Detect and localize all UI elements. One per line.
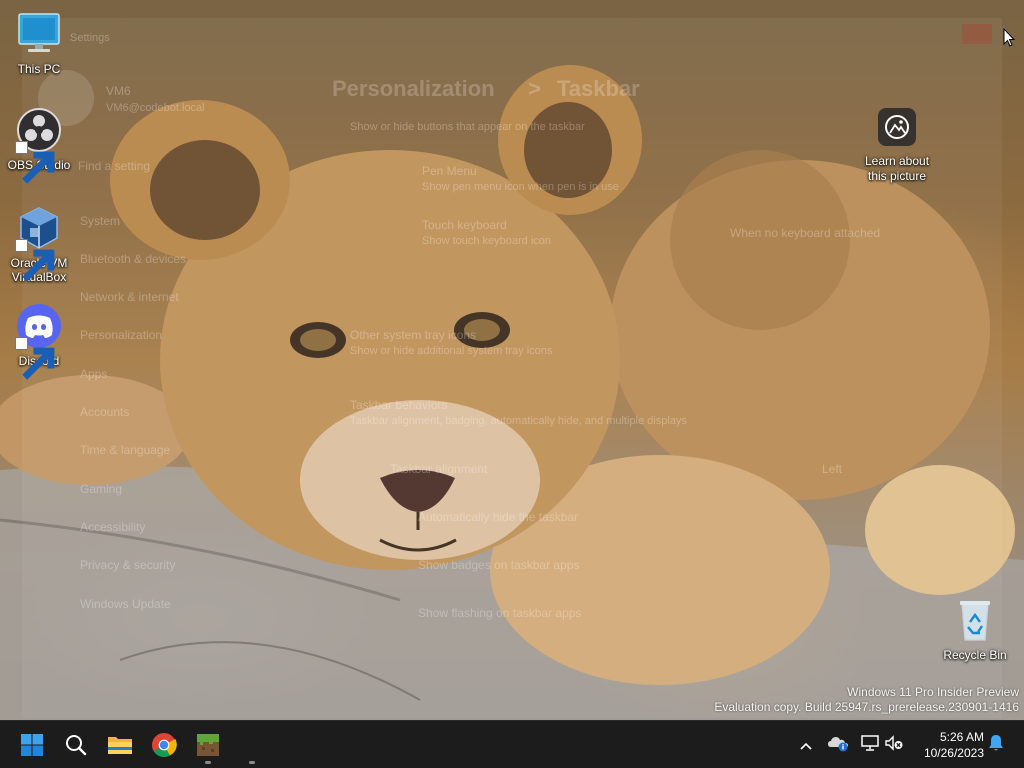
search-button[interactable] (56, 725, 96, 765)
show-badges-checkbox[interactable]: Show badges on taskbar apps (418, 558, 579, 572)
notifications-button[interactable] (984, 733, 1008, 757)
show-flashing-checkbox[interactable]: Show flashing on taskbar apps (418, 606, 581, 620)
search-icon (64, 733, 88, 757)
volume-muted-icon (884, 734, 904, 756)
virtualbox-icon (15, 204, 63, 282)
desktop-icon-label: This PC (17, 62, 61, 76)
settings-search-input[interactable]: Find a setting (78, 159, 150, 173)
windows-logo-icon (20, 733, 44, 757)
watermark-build: Evaluation copy. Build 25947.rs_prerelea… (714, 700, 1019, 714)
chrome-button[interactable] (144, 725, 184, 765)
shortcut-arrow-icon (15, 239, 55, 282)
nav-item-system[interactable]: System (80, 214, 120, 228)
desktop-icon-this-pc[interactable]: This PC (0, 10, 78, 76)
windows-watermark: Windows 11 Pro Insider Preview Evaluatio… (714, 685, 1019, 715)
pen-menu-desc: Show pen menu icon when pen is in use (422, 181, 619, 193)
file-explorer-button[interactable] (100, 725, 140, 765)
nav-item-time-language[interactable]: Time & language (80, 443, 170, 457)
volume-tray-button[interactable] (882, 733, 906, 757)
watermark-edition: Windows 11 Pro Insider Preview (847, 685, 1019, 699)
close-button[interactable] (962, 24, 992, 44)
nav-item-accessibility[interactable]: Accessibility (80, 520, 145, 534)
nav-item-accounts[interactable]: Accounts (80, 405, 129, 419)
minecraft-button[interactable] (188, 725, 228, 765)
nav-item-personalization[interactable]: Personalization (80, 328, 162, 342)
shortcut-arrow-icon (15, 337, 55, 380)
desktop-icon-discord[interactable]: Discord (0, 302, 78, 380)
breadcrumb-separator: > (528, 76, 541, 101)
monitor-icon (15, 10, 63, 58)
minecraft-icon (196, 733, 220, 757)
user-name: VM6 (106, 84, 131, 98)
bell-icon (988, 734, 1004, 756)
nav-item-windows-update[interactable]: Windows Update (80, 597, 171, 611)
maximize-button[interactable] (920, 24, 950, 44)
network-icon (860, 734, 880, 756)
touch-keyboard-desc: Show touch keyboard icon (422, 235, 552, 247)
nav-item-gaming[interactable]: Gaming (80, 482, 122, 496)
running-indicator (205, 761, 211, 764)
content-header: Show or hide buttons that appear on the … (350, 121, 585, 133)
minimize-button[interactable] (878, 24, 908, 44)
touch-keyboard-label: Touch keyboard (422, 218, 507, 232)
start-button[interactable] (12, 725, 52, 765)
breadcrumb-current: Taskbar (557, 76, 640, 101)
mouse-cursor-icon (1003, 27, 1016, 48)
chevron-up-icon (799, 736, 813, 755)
learn-picture-label-1: Learn about (864, 154, 930, 168)
clock[interactable]: 5:26 AM 10/26/2023 (912, 729, 984, 761)
camera-icon (878, 108, 916, 146)
clock-time: 5:26 AM (939, 730, 984, 744)
shortcut-arrow-icon (15, 141, 55, 184)
obs-icon (15, 106, 63, 184)
learn-picture-label-2: this picture (867, 169, 927, 183)
nav-item-apps[interactable]: Apps (80, 367, 107, 381)
desktop-icon-obs-studio[interactable]: OBS Studio (0, 106, 78, 184)
discord-icon (15, 302, 63, 380)
network-tray-button[interactable] (858, 733, 882, 757)
desktop-icon-label: Recycle Bin (943, 648, 1007, 662)
learn-about-picture-button[interactable]: Learn about this picture (858, 108, 936, 184)
auto-hide-checkbox[interactable]: Automatically hide the taskbar (418, 510, 578, 524)
user-email: VM6@codebot.local (106, 102, 205, 114)
desktop-icon-recycle-bin[interactable]: Recycle Bin (936, 596, 1014, 662)
other-tray-desc: Show or hide additional system tray icon… (350, 345, 553, 357)
onedrive-icon (827, 734, 849, 756)
breadcrumb-parent[interactable]: Personalization (332, 76, 495, 102)
recycle-bin-icon (951, 596, 999, 644)
nav-item-privacy[interactable]: Privacy & security (80, 558, 175, 572)
nav-item-bluetooth[interactable]: Bluetooth & devices (80, 252, 186, 266)
chrome-icon (151, 732, 177, 758)
pen-menu-label: Pen Menu (422, 164, 477, 178)
hidden-app-button[interactable] (232, 725, 272, 765)
taskbar: 5:26 AM 10/26/2023 (0, 720, 1024, 768)
other-tray-label[interactable]: Other system tray icons (350, 328, 476, 342)
nav-item-network[interactable]: Network & internet (80, 290, 179, 304)
show-hidden-icons-button[interactable] (794, 733, 818, 757)
alignment-label: Taskbar alignment (390, 462, 488, 476)
behaviors-label[interactable]: Taskbar behaviors (350, 398, 447, 412)
onedrive-tray-button[interactable] (826, 733, 850, 757)
clock-date: 10/26/2023 (923, 746, 984, 760)
desktop-icon-virtualbox[interactable]: Oracle VM VirtualBox (0, 204, 78, 284)
behaviors-desc: Taskbar alignment, badging, automaticall… (350, 415, 687, 427)
settings-window-ghost: Settings VM6 VM6@codebot.local Find a se… (22, 18, 1002, 718)
touch-keyboard-dropdown[interactable]: When no keyboard attached (730, 226, 880, 240)
alignment-dropdown[interactable]: Left (822, 462, 842, 476)
folder-icon (107, 734, 133, 756)
running-indicator (249, 761, 255, 764)
